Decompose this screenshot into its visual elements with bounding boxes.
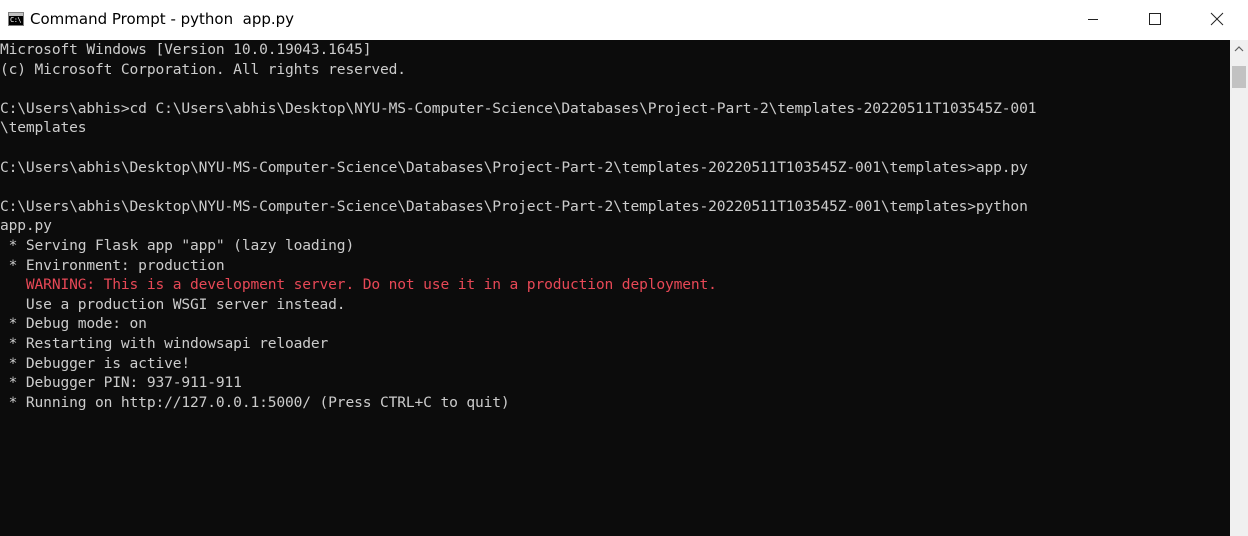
maximize-button[interactable]: [1124, 0, 1186, 38]
title-bar[interactable]: C:\ Command Prompt - python app.py: [0, 0, 1248, 40]
terminal-line: (c) Microsoft Corporation. All rights re…: [0, 60, 406, 78]
terminal-line: Microsoft Windows [Version 10.0.19043.16…: [0, 41, 372, 58]
close-icon: [1210, 12, 1224, 26]
terminal-line: * Running on http://127.0.0.1:5000/ (Pre…: [0, 393, 510, 411]
command-prompt-window: C:\ Command Prompt - python app.py Micro…: [0, 0, 1248, 536]
minimize-icon: [1088, 19, 1098, 20]
scrollbar-thumb[interactable]: [1232, 66, 1246, 88]
terminal-line: * Debugger PIN: 937-911-911: [0, 374, 242, 392]
terminal-warning-line: WARNING: This is a development server. D…: [0, 276, 717, 294]
scroll-up-button[interactable]: [1230, 40, 1248, 58]
close-button[interactable]: [1186, 0, 1248, 38]
terminal-line: C:\Users\abhis\Desktop\NYU-MS-Computer-S…: [0, 197, 1028, 215]
terminal-line: app.py: [0, 217, 52, 235]
terminal-line: * Debug mode: on: [0, 315, 147, 333]
terminal-line: * Debugger is active!: [0, 354, 191, 372]
terminal-line: * Serving Flask app "app" (lazy loading): [0, 236, 355, 254]
command-prompt-icon[interactable]: C:\: [8, 12, 24, 26]
window-title: Command Prompt - python app.py: [30, 10, 295, 28]
command-prompt-icon-text: C:\: [10, 16, 22, 24]
vertical-scrollbar[interactable]: [1230, 40, 1248, 536]
terminal-line: C:\Users\abhis>cd C:\Users\abhis\Desktop…: [0, 99, 1037, 117]
terminal-line: \templates: [0, 119, 87, 137]
maximize-icon: [1149, 13, 1161, 25]
terminal-line: * Environment: production: [0, 256, 225, 274]
scroll-up-icon: [1234, 46, 1244, 52]
terminal-line: * Restarting with windowsapi reloader: [0, 334, 329, 352]
terminal-line: Use a production WSGI server instead.: [0, 295, 346, 313]
terminal-line: C:\Users\abhis\Desktop\NYU-MS-Computer-S…: [0, 158, 1028, 176]
minimize-button[interactable]: [1062, 0, 1124, 38]
terminal-output[interactable]: Microsoft Windows [Version 10.0.19043.16…: [0, 40, 1230, 536]
